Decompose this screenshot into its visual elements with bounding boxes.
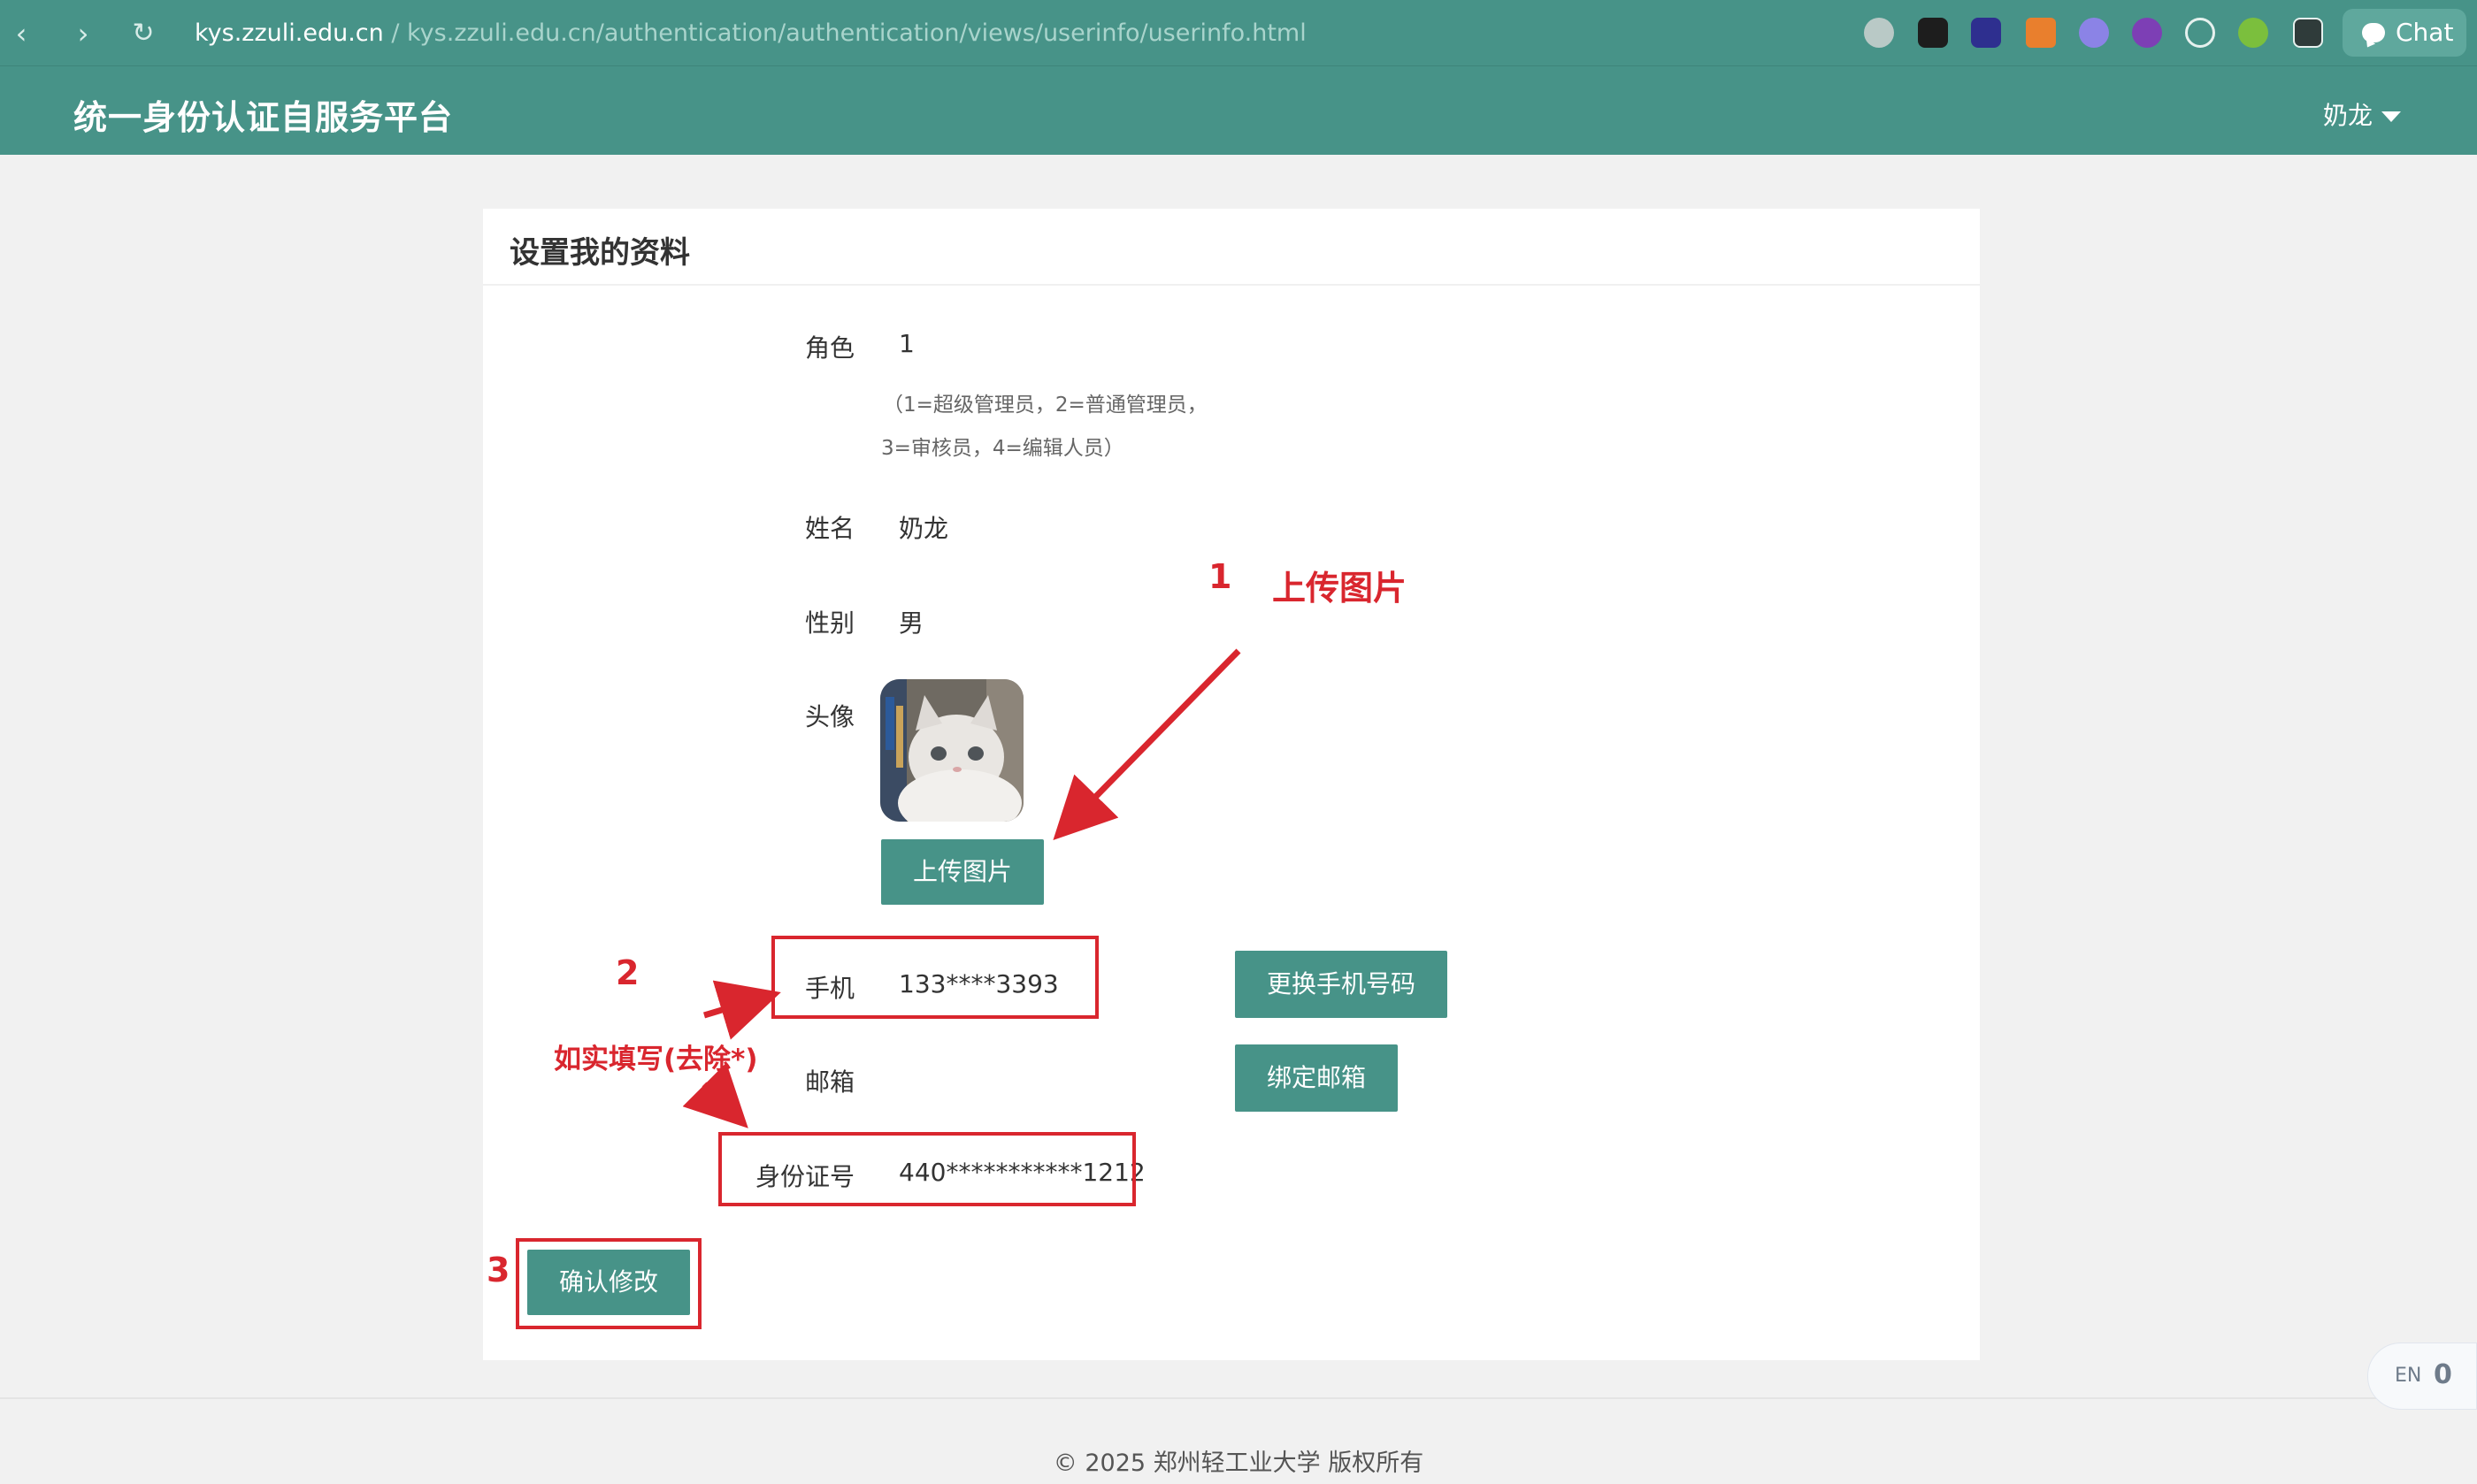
arrow-to-id: [682, 1062, 748, 1128]
language-count: 0: [2434, 1359, 2452, 1390]
footer-divider: [0, 1397, 2477, 1399]
footer-copyright: © 2025 郑州轻工业大学 版权所有: [1053, 1450, 1424, 1477]
language-widget[interactable]: EN 0: [2367, 1342, 2477, 1410]
arrow-to-phone: [702, 980, 781, 1040]
arrow-to-upload: [1053, 648, 1241, 841]
language-code: EN: [2395, 1365, 2422, 1387]
annotation-arrows: [682, 648, 1241, 1128]
